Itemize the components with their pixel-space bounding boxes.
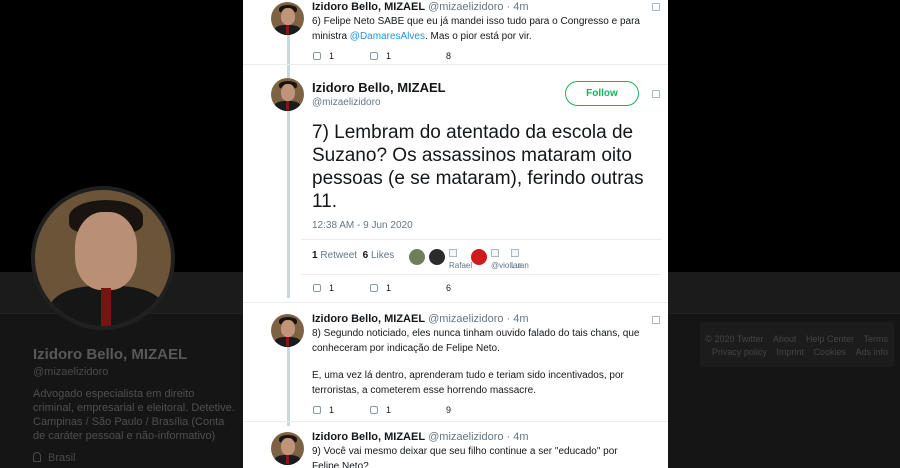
heart-icon — [430, 406, 438, 414]
retweet-icon — [370, 52, 378, 60]
author-handle[interactable]: @mizaelizidoro — [428, 431, 503, 443]
author-name[interactable]: Izidoro Bello, MIZAEL — [312, 431, 425, 443]
heart-icon — [430, 284, 438, 292]
retweet-count: 1 — [386, 405, 392, 415]
tweet-thread-modal: Izidoro Bello, MIZAEL @mizaelizidoro · 4… — [243, 0, 668, 468]
reply-icon — [313, 52, 321, 60]
profile-location-text: Brasil — [48, 452, 76, 464]
footer-links: © 2020 Twitter About Help Center Terms P… — [700, 322, 894, 367]
reply-button[interactable]: 1 — [313, 405, 334, 415]
retweet-button[interactable]: 1 — [370, 405, 391, 415]
retweet-icon — [370, 406, 378, 414]
footer-link-imprint[interactable]: Imprint — [776, 347, 804, 357]
tweet-text: 8) Segundo noticiado, eles nunca tinham … — [312, 328, 640, 354]
reply-count: 1 — [329, 405, 335, 415]
retweet-button[interactable]: 1 — [370, 283, 391, 293]
footer-link-ads-info[interactable]: Ads info — [855, 347, 888, 357]
heart-icon — [430, 52, 438, 60]
profile-handle: @mizaelizidoro — [33, 366, 109, 378]
author-handle[interactable]: @mizaelizidoro — [428, 313, 503, 325]
tweet-text: E, uma vez lá dentro, aprenderam tudo e … — [312, 370, 624, 396]
author-name[interactable]: Izidoro Bello, MIZAEL — [312, 80, 446, 95]
footer-link-about[interactable]: About — [773, 334, 797, 344]
reply-count: 1 — [329, 283, 335, 293]
broken-image-icon — [511, 249, 519, 257]
avatar[interactable] — [271, 78, 304, 111]
reply-icon — [313, 284, 321, 292]
author-handle[interactable]: @mizaelizidoro — [428, 1, 503, 13]
retweet-label[interactable]: Retweet — [320, 250, 357, 261]
retweet-button[interactable]: 1 — [370, 51, 391, 61]
timestamp[interactable]: 4m — [513, 431, 528, 443]
reply-icon — [313, 406, 321, 414]
divider — [243, 64, 668, 65]
profile-location: Brasil — [33, 452, 76, 464]
follow-button[interactable]: Follow — [565, 81, 639, 106]
timestamp[interactable]: 4m — [513, 1, 528, 13]
thread-line-top — [287, 34, 290, 78]
reply-button[interactable]: 1 — [313, 51, 334, 61]
thread-line-main — [287, 108, 290, 298]
like-count: 6 — [446, 283, 452, 293]
thread-line-bottom — [287, 346, 290, 426]
chevron-down-icon[interactable] — [652, 316, 660, 324]
separator-dot: · — [506, 431, 511, 443]
like-button[interactable]: 6 — [430, 283, 451, 293]
broken-image-icon — [491, 249, 499, 257]
liker-label[interactable]: Luan — [511, 261, 529, 270]
separator-dot: · — [506, 313, 511, 325]
author-name[interactable]: Izidoro Bello, MIZAEL — [312, 313, 425, 325]
broken-image-icon — [449, 249, 457, 257]
divider — [301, 239, 661, 240]
like-label[interactable]: Likes — [371, 250, 394, 261]
like-count: 8 — [446, 51, 452, 61]
like-button[interactable]: 8 — [430, 51, 451, 61]
tweet-text-part: . Mas o pior está por vir. — [424, 31, 532, 42]
retweet-total[interactable]: 1 — [312, 250, 318, 261]
footer-link-help-center[interactable]: Help Center — [806, 334, 854, 344]
retweet-count: 1 — [386, 51, 392, 61]
liker-label[interactable]: Rafael — [449, 261, 472, 270]
avatar[interactable] — [271, 2, 304, 35]
avatar[interactable] — [271, 432, 304, 465]
author-handle[interactable]: @mizaelizidoro — [312, 97, 381, 108]
tweet-stats: 1 Retweet 6 Likes — [312, 250, 394, 261]
divider — [243, 302, 668, 303]
author-name[interactable]: Izidoro Bello, MIZAEL — [312, 1, 425, 13]
footer-copyright: © 2020 Twitter — [705, 334, 764, 344]
footer-link-privacy[interactable]: Privacy policy — [712, 347, 767, 357]
mention-link[interactable]: @DamaresAlves — [350, 31, 425, 42]
profile-name: Izidoro Bello, MIZAEL — [33, 346, 188, 363]
profile-avatar[interactable] — [31, 186, 175, 330]
like-total[interactable]: 6 — [363, 250, 369, 261]
separator-dot: · — [506, 1, 511, 13]
chevron-down-icon[interactable] — [652, 90, 660, 98]
divider — [301, 274, 661, 275]
profile-bio: Advogado especialista em direito crimina… — [33, 388, 235, 442]
liker-avatar[interactable] — [471, 249, 487, 265]
reply-count: 1 — [329, 51, 335, 61]
footer-link-cookies[interactable]: Cookies — [813, 347, 846, 357]
like-button[interactable]: 9 — [430, 405, 451, 415]
liker-avatar[interactable] — [429, 249, 445, 265]
liker-avatar[interactable] — [409, 249, 425, 265]
tweet-text: 7) Lembram do atentado da escola de Suza… — [312, 122, 644, 212]
like-count: 9 — [446, 405, 452, 415]
retweet-count: 1 — [386, 283, 392, 293]
location-pin-icon — [33, 452, 41, 462]
retweet-icon — [370, 284, 378, 292]
footer-link-terms[interactable]: Terms — [864, 334, 889, 344]
tweet-text: 6) Felipe Neto SABE que eu já mandei iss… — [312, 14, 642, 44]
reply-button[interactable]: 1 — [313, 283, 334, 293]
avatar[interactable] — [271, 314, 304, 347]
tweet-text: 9) Você vai mesmo deixar que seu filho c… — [312, 446, 618, 468]
timestamp[interactable]: 4m — [513, 313, 528, 325]
divider — [243, 421, 668, 422]
chevron-down-icon[interactable] — [652, 3, 660, 11]
tweet-date[interactable]: 12:38 AM - 9 Jun 2020 — [312, 220, 413, 231]
